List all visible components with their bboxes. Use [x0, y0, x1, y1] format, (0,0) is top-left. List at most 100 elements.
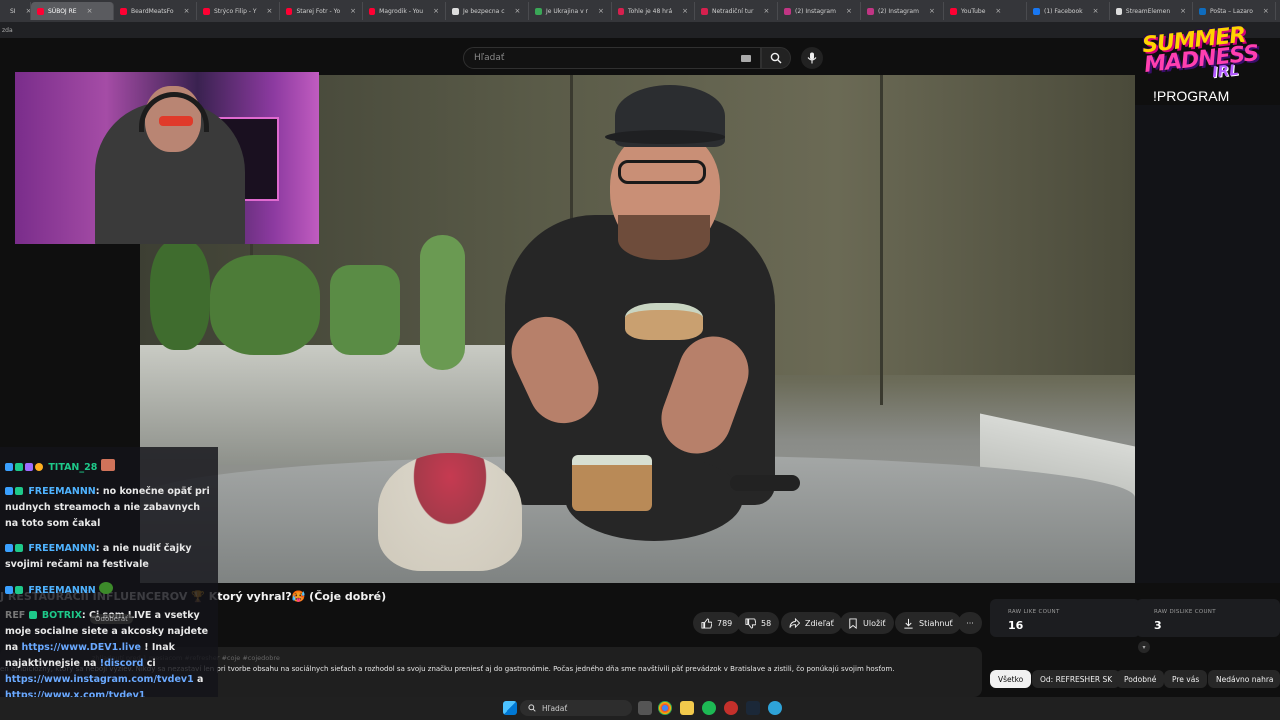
bookmarks-bar: zda	[0, 22, 1280, 38]
browser-tab[interactable]: (2) Instagram ×	[778, 2, 861, 20]
browser-tab-strip: SI × SÚBOJ RE × BeardMeatsFo × Strýco Filip - …	[0, 0, 1280, 22]
thumbs-up-icon	[701, 617, 712, 629]
microphone-icon	[807, 52, 817, 64]
tab-close-icon[interactable]: ×	[846, 7, 852, 15]
tab-close-icon[interactable]: ×	[1263, 7, 1269, 15]
chat-text: svojimi rečami na festivale	[5, 559, 149, 570]
browser-tab[interactable]: (2) Instagram ×	[861, 2, 944, 20]
voice-search-button[interactable]	[801, 47, 823, 69]
file-explorer-icon[interactable]	[680, 701, 694, 715]
app-icon[interactable]	[724, 701, 738, 715]
tab-favicon-icon	[784, 7, 791, 15]
browser-tab[interactable]: StreamElemen ×	[1110, 2, 1193, 20]
video-bread	[572, 455, 652, 511]
download-button[interactable]: Stiahnuť	[895, 612, 961, 634]
browser-tab[interactable]: Magrodik - You ×	[363, 2, 446, 20]
steam-icon[interactable]	[746, 701, 760, 715]
taskbar-search[interactable]: Hľadať	[520, 700, 632, 716]
dislike-button[interactable]: 58	[737, 612, 780, 634]
task-view-icon[interactable]	[638, 701, 652, 715]
save-button[interactable]: Uložiť	[840, 612, 894, 634]
subscribe-button[interactable]: Odoberať	[90, 614, 133, 624]
tab-close-icon[interactable]: ×	[515, 7, 521, 15]
tab-label: StreamElemen	[1125, 7, 1171, 15]
windows-start-icon[interactable]	[503, 701, 517, 715]
browser-tab[interactable]: Paradise oper×	[1276, 2, 1280, 20]
video-plate-handle	[730, 475, 800, 491]
tab-close-icon[interactable]: ×	[763, 7, 769, 15]
browser-tab[interactable]: BeardMeatsFo ×	[114, 2, 197, 20]
chat-link[interactable]: !discord	[100, 658, 144, 669]
tab-close-icon[interactable]: ×	[350, 7, 356, 15]
chat-message: FREEMANNN: no konečne opäť pri nudnych s…	[5, 484, 215, 532]
keyboard-icon[interactable]	[741, 55, 751, 62]
tab-label: Magrodik - You	[379, 7, 424, 15]
chat-message: FREEMANNN: a nie nudiť čajky svojimi reč…	[5, 541, 215, 573]
tab-close-icon[interactable]: ×	[682, 7, 688, 15]
tab-close-icon[interactable]: ×	[929, 7, 935, 15]
search-input[interactable]: Hľadať	[463, 47, 761, 69]
chip-similar[interactable]: Podobné	[1116, 670, 1165, 688]
download-label: Stiahnuť	[919, 618, 953, 628]
tab-favicon-icon	[369, 7, 376, 15]
overlay-side-panel	[1135, 105, 1280, 583]
browser-tab[interactable]: SI ×	[0, 2, 31, 20]
tab-close-icon[interactable]: ×	[1093, 7, 1099, 15]
chip-recently-uploaded[interactable]: Nedávno nahra	[1208, 670, 1280, 688]
search-button[interactable]	[761, 47, 791, 69]
browser-tab[interactable]: Strýco Filip - Y ×	[197, 2, 280, 20]
chip-for-you[interactable]: Pre vás	[1164, 670, 1208, 688]
tab-close-icon[interactable]: ×	[1180, 7, 1186, 15]
raw-like-count-card: RAW LIKE COUNT 16	[990, 599, 1140, 637]
badge-icon	[35, 463, 43, 471]
share-button[interactable]: Zdieľať	[781, 612, 842, 634]
badge-icon	[15, 586, 23, 594]
badge-icon	[5, 586, 13, 594]
wall-seam	[880, 75, 883, 405]
browser-tab[interactable]: SÚBOJ RE ×	[31, 2, 114, 20]
tab-close-icon[interactable]: ×	[267, 7, 273, 15]
more-icon: ···	[966, 618, 974, 628]
tab-favicon-icon	[120, 7, 127, 15]
chevron-down-icon[interactable]: ▾	[1138, 641, 1150, 653]
chip-from-channel[interactable]: Od: REFRESHER SK	[1032, 670, 1121, 688]
edge-icon[interactable]	[768, 701, 782, 715]
chip-all[interactable]: Všetko	[990, 670, 1032, 688]
stream-chat-overlay: TITAN_28 FREEMANNN: no konečne opäť pri …	[0, 447, 218, 702]
tab-close-icon[interactable]: ×	[184, 7, 190, 15]
tab-favicon-icon	[37, 7, 44, 15]
bookmark-icon	[849, 617, 857, 629]
refresher-ghost-text: REF	[5, 610, 26, 621]
tab-favicon-icon	[701, 7, 708, 15]
browser-tab[interactable]: YouTube ×	[944, 2, 1027, 20]
tab-close-icon[interactable]: ×	[87, 7, 93, 15]
chat-link[interactable]: https://www.instagram.com/tvdev1	[5, 674, 194, 685]
chrome-icon[interactable]	[658, 701, 672, 715]
bookmark-item[interactable]: zda	[2, 27, 13, 34]
more-actions-button[interactable]: ···	[958, 612, 982, 634]
browser-tab[interactable]: (1) Facebook ×	[1027, 2, 1110, 20]
search-icon	[528, 704, 536, 712]
stat-value: 3	[1154, 619, 1162, 632]
tab-close-icon[interactable]: ×	[433, 7, 439, 15]
like-button[interactable]: 789	[693, 612, 741, 634]
browser-tab[interactable]: Netradiční tur ×	[695, 2, 778, 20]
badge-icon	[5, 487, 13, 495]
spotify-icon[interactable]	[702, 701, 716, 715]
tab-label: YouTube	[961, 7, 986, 15]
browser-tab[interactable]: Pošta – Lazaro ×	[1193, 2, 1276, 20]
browser-tab[interactable]: Starej Fotr - Yo ×	[280, 2, 363, 20]
tab-close-icon[interactable]: ×	[995, 7, 1001, 15]
browser-tab[interactable]: Je Ukrajina v r ×	[529, 2, 612, 20]
tab-label: SI	[10, 7, 16, 15]
badge-icon	[15, 463, 23, 471]
chat-text: ci	[143, 658, 156, 669]
browser-tab[interactable]: Je bezpecna c ×	[446, 2, 529, 20]
tab-close-icon[interactable]: ×	[598, 7, 604, 15]
program-label: !PROGRAM	[1153, 88, 1230, 104]
browser-tab[interactable]: Tohle je 48 hrá ×	[612, 2, 695, 20]
tab-label: Strýco Filip - Y	[214, 7, 257, 15]
badge-icon	[5, 544, 13, 552]
chat-link[interactable]: https://www.DEV1.live	[21, 642, 140, 653]
chat-message: TITAN_28	[5, 459, 117, 476]
